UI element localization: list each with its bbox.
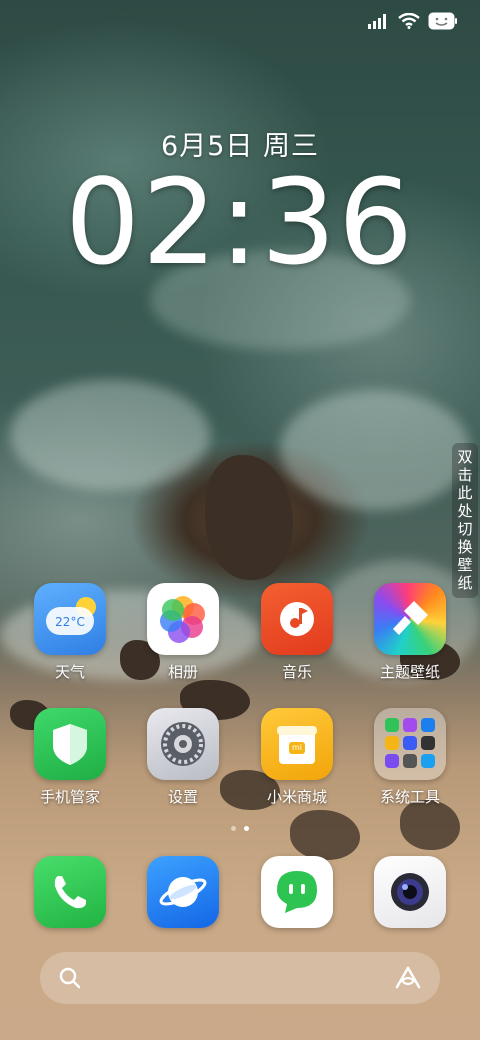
switch-wallpaper-button[interactable]: 双击此处切换壁纸	[452, 443, 478, 598]
clock-time[interactable]: 02:36	[0, 157, 480, 288]
page-indicator[interactable]	[0, 826, 480, 831]
app-label: 相册	[167, 663, 198, 681]
gallery-icon	[147, 583, 219, 655]
search-bar[interactable]	[40, 952, 440, 1004]
app-settings[interactable]: 设置	[133, 708, 233, 807]
dock-messages[interactable]	[247, 856, 347, 928]
folder-icon	[374, 708, 446, 780]
status-bar	[368, 10, 458, 32]
app-gallery[interactable]: 相册	[133, 583, 233, 682]
app-mi-store[interactable]: mi 小米商城	[247, 708, 347, 807]
app-music[interactable]: 音乐	[247, 583, 347, 682]
dock-phone[interactable]	[20, 856, 120, 928]
app-label: 音乐	[281, 663, 312, 681]
search-icon[interactable]	[58, 966, 82, 990]
switch-wallpaper-label: 双击此处切换壁纸	[455, 448, 474, 593]
weather-icon: 22°C	[34, 583, 106, 655]
assistant-icon[interactable]	[394, 965, 422, 991]
app-label: 手机管家	[39, 788, 100, 806]
app-themes[interactable]: 主题壁纸	[360, 583, 460, 682]
messages-icon	[261, 856, 333, 928]
phone-icon	[34, 856, 106, 928]
app-label: 系统工具	[379, 788, 440, 806]
app-weather[interactable]: 22°C 天气	[20, 583, 120, 682]
dock-browser[interactable]	[133, 856, 233, 928]
security-icon	[34, 708, 106, 780]
page-dot-active	[244, 826, 249, 831]
mi-logo: mi	[291, 743, 302, 752]
app-label: 天气	[54, 663, 85, 681]
music-icon	[261, 583, 333, 655]
signal-icon	[368, 14, 386, 29]
themes-icon	[374, 583, 446, 655]
weather-temp: 22°C	[55, 615, 85, 629]
camera-icon	[374, 856, 446, 928]
mi-store-icon: mi	[261, 708, 333, 780]
dock-camera[interactable]	[360, 856, 460, 928]
folder-system-tools[interactable]: 系统工具	[360, 708, 460, 807]
page-dot	[231, 826, 236, 831]
app-security[interactable]: 手机管家	[20, 708, 120, 807]
browser-icon	[147, 856, 219, 928]
app-label: 设置	[167, 788, 198, 806]
battery-icon	[428, 12, 457, 30]
wifi-icon	[398, 13, 420, 29]
settings-icon	[147, 708, 219, 780]
app-label: 小米商城	[266, 788, 327, 806]
app-label: 主题壁纸	[379, 663, 440, 681]
